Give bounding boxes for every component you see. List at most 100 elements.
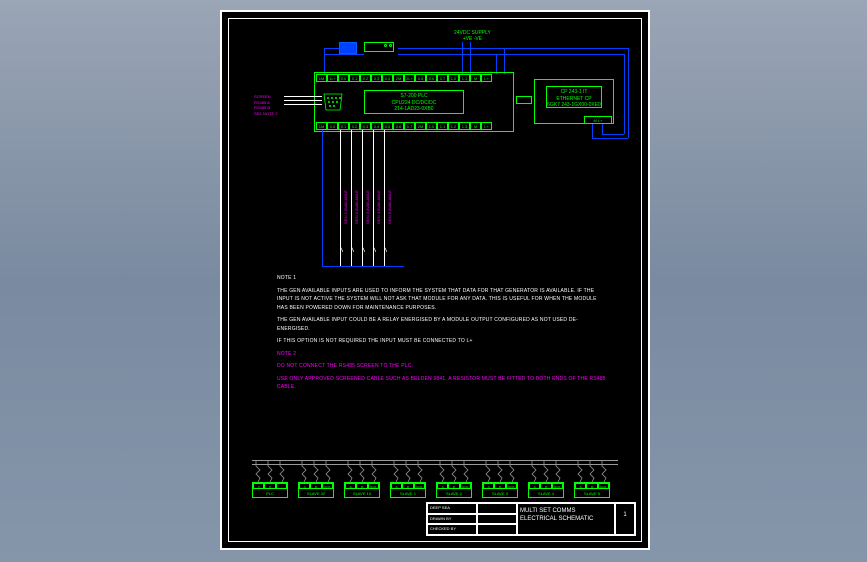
terminal: M (470, 122, 481, 130)
slave-name: SLAVE 4 (529, 489, 563, 499)
wire (602, 124, 603, 134)
slave-module: ABSCRSLAVE 5 (574, 482, 610, 498)
wire (470, 42, 471, 74)
slave-module: ABSCRSLAVE 1 (390, 482, 426, 498)
wire (324, 54, 364, 55)
drawing-title: MULTI SET COMMS ELECTRICAL SCHEMATIC (517, 503, 615, 535)
cp-label: CP 243-1 IT ETHERNET CP 6GK7 243-1GX00-0… (546, 86, 602, 108)
wire (324, 48, 339, 49)
slave-module: ABSCRSLAVE 3 (482, 482, 518, 498)
wire (340, 254, 341, 266)
terminal: L+ (481, 74, 492, 82)
terminal: 2L+ (404, 74, 415, 82)
wire (324, 48, 325, 74)
switch-symbol (371, 242, 376, 254)
gen-available-label: GEN 5 AVAILABLE (387, 190, 392, 224)
slave-name: SLAVE 2 (437, 489, 471, 499)
terminal: 2M (393, 74, 404, 82)
cable-drop (574, 460, 610, 482)
wire (322, 266, 336, 267)
terminal: 2M (415, 122, 426, 130)
terminal: 1M (316, 74, 327, 82)
terminal: 1.3 (459, 122, 470, 130)
cable-drop (298, 460, 334, 482)
switch-symbol (382, 242, 387, 254)
rs485-side-labels: SCREEN RS485 A RS485 B SEE NOTE 2 (254, 94, 278, 116)
wire (504, 48, 505, 74)
wire (384, 130, 385, 260)
plc-label: S7-200 PLC CPU224 DC/DC/DC 214-1AD23-0XB… (364, 90, 464, 114)
wire (628, 48, 629, 138)
wire (398, 54, 528, 55)
slave-module: ABSCRSLAVE 2 (436, 482, 472, 498)
drawn-cell: DRAWN BY (427, 514, 477, 525)
note-2-p2: USE ONLY APPROVED SCREENED CABLE SUCH AS… (277, 375, 608, 392)
switch-symbol (360, 242, 365, 254)
slave-terminal: 3 (253, 483, 264, 489)
notes-block: NOTE 1 THE GEN AVAILABLE INPUTS ARE USED… (277, 274, 608, 396)
terminal: 1M (316, 122, 327, 130)
slave-terminal: - (276, 483, 287, 489)
wire (351, 130, 352, 260)
terminal: 0.2 (349, 122, 360, 130)
cable-drop (528, 460, 564, 482)
slave-module: ABSCRSLAVE 4 (528, 482, 564, 498)
wire (362, 254, 363, 266)
terminal: 0.7 (404, 122, 415, 130)
terminal: 0.0 (327, 122, 338, 130)
terminal: M (470, 74, 481, 82)
terminal: 0.6 (426, 74, 437, 82)
terminal: 1.0 (426, 122, 437, 130)
cable-drop (344, 460, 380, 482)
title-block: DEEP SEA DRAWN BY CHECKED BY MULTI SET C… (426, 502, 636, 536)
wire (351, 254, 352, 266)
wire (592, 138, 628, 139)
terminal-dot (384, 44, 387, 47)
cable-drop (390, 460, 426, 482)
wire (624, 54, 625, 134)
plc-top-terminals: 1M1L+0.00.10.20.30.42M2L+0.50.60.71.01.1… (316, 74, 492, 82)
schematic-area: 24VDC SUPPLY+VE -VE 1M1L+0.00.10.20.30.4… (234, 24, 636, 164)
terminal: 1L+ (327, 74, 338, 82)
terminal: 0.0 (338, 74, 349, 82)
wire (528, 54, 624, 55)
rs485-bus-area: 38-PLCABSCRSLAVE 32ABSCRSLAVE 10ABSCRSLA… (252, 448, 618, 498)
terminal: 1.2 (448, 122, 459, 130)
terminal: 0.1 (349, 74, 360, 82)
gen-available-label: GEN 2 AVAILABLE (354, 190, 359, 224)
wire (322, 130, 323, 266)
terminal: L+ (481, 122, 492, 130)
terminal: 0.7 (437, 74, 448, 82)
supply-label: 24VDC SUPPLY+VE -VE (454, 30, 491, 42)
slave-module: ABSCRSLAVE 10 (344, 482, 380, 498)
wire (284, 104, 322, 105)
wire (496, 54, 497, 74)
cable-drop (436, 460, 472, 482)
checked-cell: CHECKED BY (427, 524, 477, 535)
terminal: 1.0 (448, 74, 459, 82)
terminal: 0.5 (415, 74, 426, 82)
terminal: 0.3 (371, 74, 382, 82)
blank-cell (477, 524, 517, 535)
cp-terminal: M L+ (584, 116, 612, 124)
wire (284, 100, 322, 101)
plc-bottom-terminals: 1M0.00.10.20.30.40.50.60.72M1.01.11.21.3… (316, 122, 492, 130)
drawing-sheet: 24VDC SUPPLY+VE -VE 1M1L+0.00.10.20.30.4… (220, 10, 650, 550)
terminal: 1.1 (437, 122, 448, 130)
wire (373, 130, 374, 260)
wire (334, 266, 404, 267)
wire (384, 254, 385, 266)
cable-drop (252, 460, 288, 482)
wire (284, 96, 322, 97)
note-2-title: NOTE 2 (277, 350, 608, 359)
company-cell: DEEP SEA (427, 503, 477, 514)
gen-available-label: GEN 1 AVAILABLE (343, 190, 348, 224)
note-1-p2: THE GEN AVAILABLE INPUT COULD BE A RELAY… (277, 316, 608, 333)
slave-name: SLAVE 32 (299, 489, 333, 499)
terminal: 0.6 (393, 122, 404, 130)
bus-connector (516, 96, 532, 104)
wire (592, 124, 593, 138)
switch-symbol (338, 242, 343, 254)
wire (398, 48, 518, 49)
note-2-p1: DO NOT CONNECT THE RS485 SCREEN TO THE P… (277, 362, 608, 371)
